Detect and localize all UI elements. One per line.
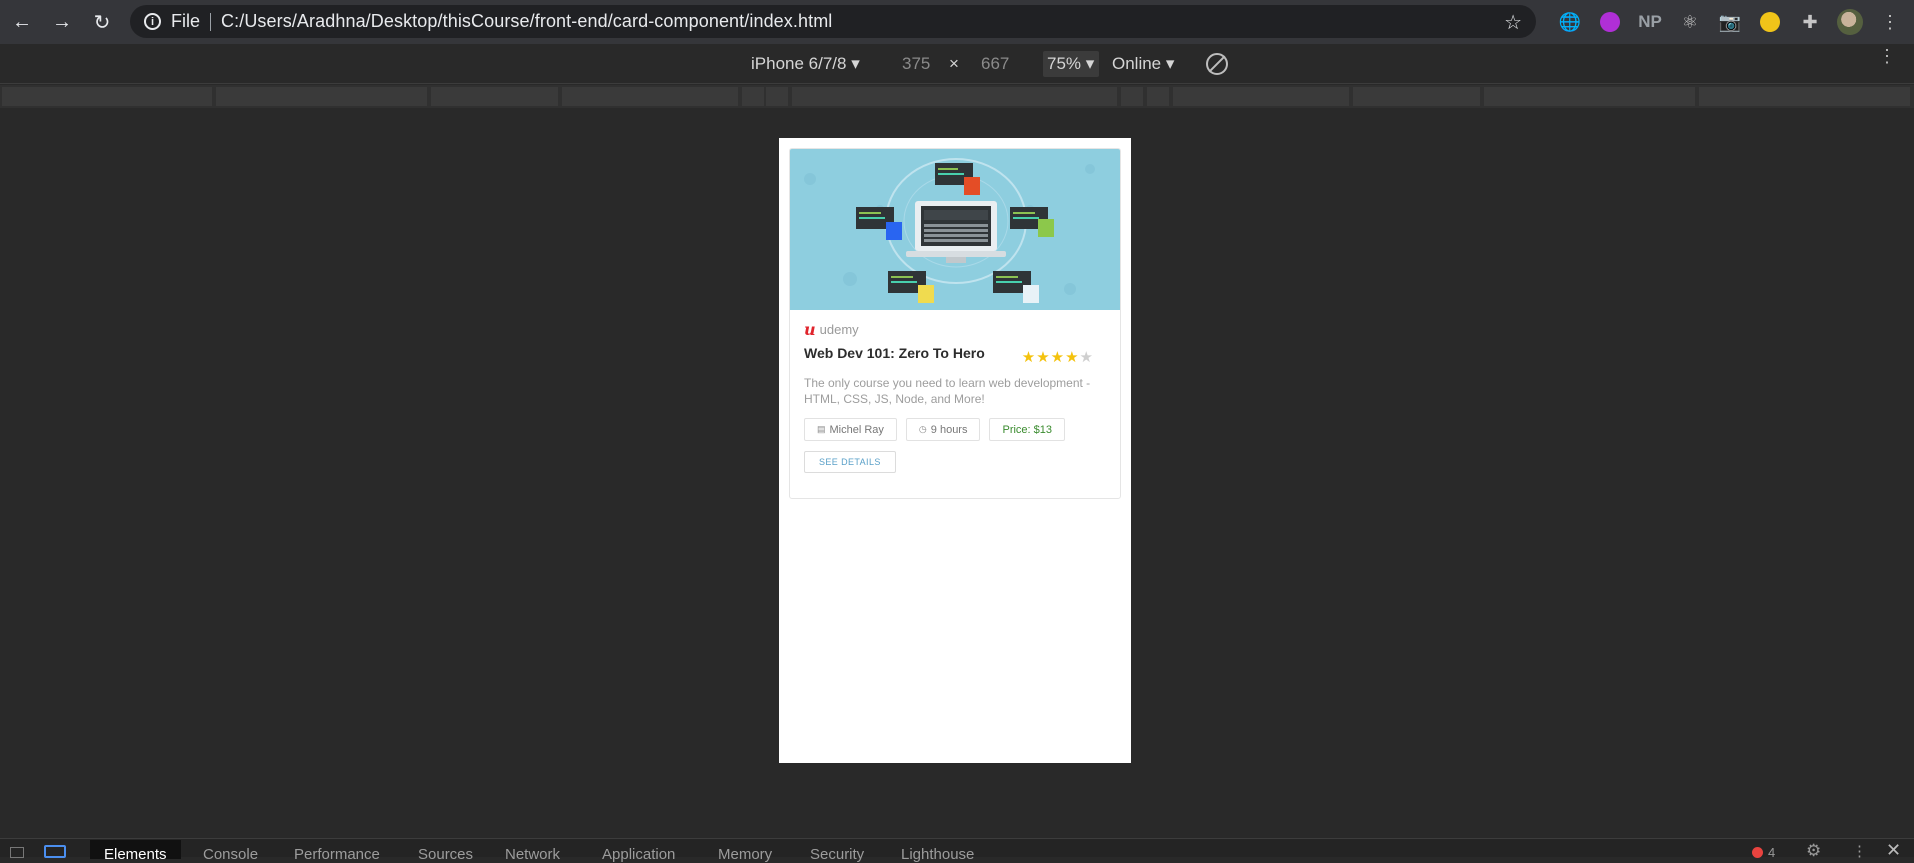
inspect-element-icon[interactable] [10,847,24,858]
devtools-menu-icon[interactable]: ⋮ [1852,842,1867,860]
media-query-segment[interactable] [1121,87,1143,106]
eyes-icon[interactable] [1750,6,1790,38]
user-card-icon: ▤ [817,424,826,434]
info-icon[interactable]: i [144,13,161,30]
network-select[interactable]: Online ▾ [1112,54,1174,74]
udemy-logo-icon: u [804,319,816,339]
puzzle-icon[interactable]: ✚ [1790,6,1830,38]
author-name: Michel Ray [829,423,884,436]
height-input[interactable]: 667 [981,54,1009,74]
media-query-segment[interactable] [1484,87,1695,106]
purple-extension-icon[interactable] [1590,6,1630,38]
close-icon[interactable]: ✕ [1886,840,1901,861]
zoom-select[interactable]: 75% ▾ [1043,51,1099,77]
provider-brand: u udemy [804,319,1104,339]
provider-name: udemy [819,321,859,337]
star-icon: ★ [1021,349,1037,366]
arrow-right-icon[interactable]: → [42,2,82,42]
media-query-segment[interactable] [2,87,212,106]
rotate-icon[interactable] [1206,53,1228,75]
duration-chip: ◷ 9 hours [905,418,981,441]
media-query-segment[interactable] [1173,87,1349,106]
star-icon: ★ [1079,349,1094,366]
price-value: Price: $13 [1002,423,1053,436]
media-query-segment[interactable] [562,87,738,106]
media-query-segment[interactable] [1353,87,1480,106]
star-icon: ★ [1036,349,1051,366]
error-count: 4 [1768,845,1776,860]
rating-stars: ★★★★★ [1022,348,1094,366]
star-icon: ★ [1065,349,1080,366]
course-card-body: u udemy Web Dev 101: Zero To Hero ★★★★★ … [804,320,1104,473]
error-icon[interactable] [1752,847,1763,858]
tab-elements[interactable]: Elements [90,840,181,863]
duration-value: 9 hours [930,423,968,436]
course-description: The only course you need to learn web de… [804,376,1091,406]
tab-performance[interactable]: Performance [294,846,380,863]
star-icon: ★ [1050,349,1066,366]
device-name: iPhone 6/7/8 [751,54,847,73]
price-chip: Price: $13 [989,418,1066,441]
media-query-segment[interactable] [792,87,1117,106]
browser-toolbar: ← → ↻ i File C:/Users/Aradhna/Desktop/th… [0,0,1914,44]
media-query-segment[interactable] [1147,87,1169,106]
react-icon[interactable]: ⚛ [1670,6,1710,38]
np-extension-icon[interactable]: NP [1630,6,1670,38]
times-sign: × [949,54,959,73]
tab-security[interactable]: Security [810,846,864,863]
width-input[interactable]: 375 [902,54,930,74]
tab-lighthouse[interactable]: Lighthouse [901,846,974,863]
course-banner-image [790,149,1120,310]
tab-console[interactable]: Console [203,846,258,863]
divider [210,12,212,31]
media-query-segment[interactable] [742,87,764,106]
media-query-segment[interactable] [1699,87,1910,106]
avatar[interactable] [1830,6,1870,38]
media-query-segment[interactable] [766,87,788,106]
extensions-bar: 🌐 NP ⚛ 📷 ✚ ⋮ [1550,6,1910,38]
device-viewport: u udemy Web Dev 101: Zero To Hero ★★★★★ … [779,138,1131,763]
camera-icon[interactable]: 📷 [1710,6,1750,38]
browser-menu-icon[interactable]: ⋮ [1870,6,1910,38]
media-query-segment[interactable] [431,87,558,106]
tab-sources[interactable]: Sources [418,846,473,863]
address-bar[interactable]: i File C:/Users/Aradhna/Desktop/thisCour… [130,5,1536,38]
bookmark-star-icon[interactable]: ☆ [1504,10,1522,35]
title-row: Web Dev 101: Zero To Hero ★★★★★ [804,345,1104,369]
course-card: u udemy Web Dev 101: Zero To Hero ★★★★★ … [789,148,1121,499]
media-query-segment[interactable] [216,87,427,106]
globe-icon[interactable]: 🌐 [1550,6,1590,38]
device-select[interactable]: iPhone 6/7/8 ▾ [751,54,860,74]
arrow-left-icon[interactable]: ← [2,2,42,42]
tab-memory[interactable]: Memory [718,846,772,863]
device-toggle-icon[interactable] [44,845,66,858]
device-menu-icon[interactable]: ⋮ [1878,47,1896,65]
tab-network[interactable]: Network [505,846,560,863]
url-scheme: File [171,11,201,31]
tab-application[interactable]: Application [602,846,675,863]
clock-icon: ◷ [918,424,927,434]
zoom-value: 75% [1047,54,1082,73]
network-value: Online [1112,54,1162,73]
see-details-button[interactable]: SEE DETAILS [804,451,896,473]
device-toolbar: iPhone 6/7/8 ▾ 375 × 667 75% ▾ Online ▾ … [0,44,1914,84]
reload-icon[interactable]: ↻ [82,2,122,42]
settings-gear-icon[interactable]: ⚙ [1806,841,1821,861]
course-meta: ▤ Michel Ray ◷ 9 hours Price: $13 [804,418,1104,441]
url-text[interactable]: C:/Users/Aradhna/Desktop/thisCourse/fron… [221,11,832,32]
media-query-bar [0,85,1914,108]
author-chip: ▤ Michel Ray [804,418,897,441]
devtools-panel: Elements Console Performance Sources Network… [0,838,1914,863]
